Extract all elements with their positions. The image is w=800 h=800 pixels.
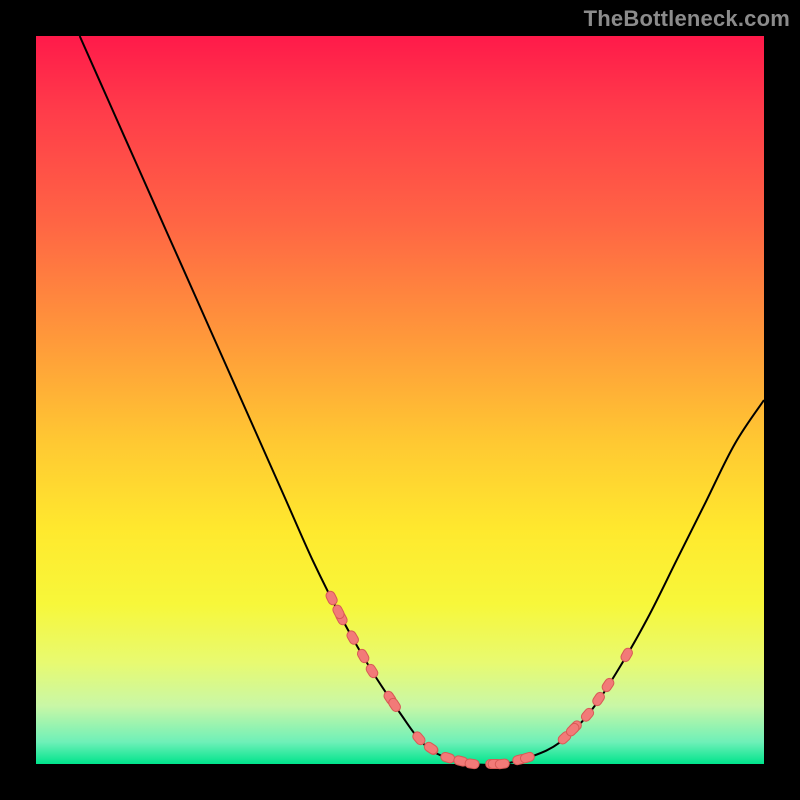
plot-area: [36, 36, 764, 764]
data-dot: [356, 648, 371, 665]
data-dot: [440, 751, 456, 764]
data-dot: [364, 663, 379, 680]
data-dot: [619, 647, 634, 664]
chart-svg: [36, 36, 764, 764]
data-dot: [465, 758, 480, 769]
data-dot: [495, 759, 510, 770]
bottleneck-curve: [80, 36, 764, 765]
attribution-text: TheBottleneck.com: [584, 6, 790, 32]
data-dot: [324, 590, 338, 607]
data-dots: [324, 590, 634, 770]
data-dot: [519, 751, 535, 764]
stage: TheBottleneck.com: [0, 0, 800, 800]
data-dot: [345, 629, 360, 646]
